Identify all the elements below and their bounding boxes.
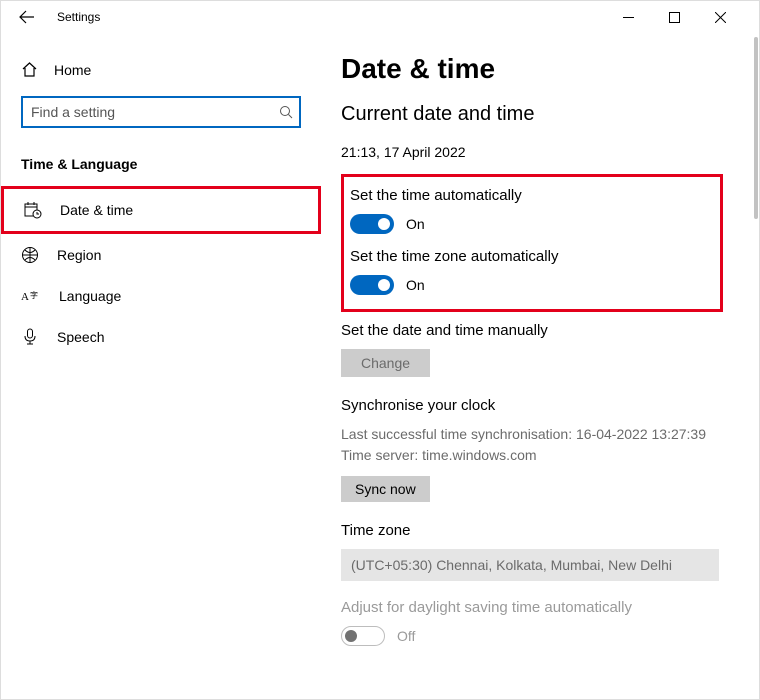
window-title: Settings [57,10,100,24]
tz-dropdown[interactable]: (UTC+05:30) Chennai, Kolkata, Mumbai, Ne… [341,549,719,581]
search-input[interactable] [21,96,301,128]
sidebar: Home Time & Language Date & time Region … [1,33,321,699]
tz-value: (UTC+05:30) Chennai, Kolkata, Mumbai, Ne… [351,557,672,573]
auto-tz-label: Set the time zone automatically [350,248,706,265]
auto-settings-group: Set the time automatically On Set the ti… [341,174,723,312]
calendar-clock-icon [24,201,42,219]
dst-toggle-row: Off [341,626,723,646]
svg-text:字: 字 [30,290,38,300]
home-label: Home [54,62,91,78]
sync-last: Last successful time synchronisation: 16… [341,424,723,445]
sync-heading: Synchronise your clock [341,397,723,414]
maximize-button[interactable] [651,1,697,33]
close-icon [715,12,726,23]
change-button[interactable]: Change [341,349,430,377]
sidebar-item-region[interactable]: Region [1,234,321,276]
search-icon [279,105,293,119]
titlebar: Settings [1,1,759,33]
sync-info: Last successful time synchronisation: 16… [341,424,723,466]
sidebar-item-label: Date & time [60,202,133,218]
current-datetime-heading: Current date and time [341,103,723,126]
minimize-button[interactable] [605,1,651,33]
sidebar-item-label: Language [59,288,121,304]
globe-icon [21,246,39,264]
page-title: Date & time [341,53,723,85]
microphone-icon [21,328,39,346]
sidebar-item-language[interactable]: A字 Language [1,276,321,316]
window-controls [605,1,759,33]
manual-label: Set the date and time manually [341,322,723,339]
content-scroll: Date & time Current date and time 21:13,… [341,53,739,699]
dst-toggle[interactable] [341,626,385,646]
tz-heading: Time zone [341,522,723,539]
dst-label: Adjust for daylight saving time automati… [341,599,723,616]
home-icon [21,61,38,78]
auto-time-label: Set the time automatically [350,187,706,204]
search-box [21,96,301,128]
auto-time-state: On [406,216,425,232]
sync-now-button[interactable]: Sync now [341,476,430,502]
content: Date & time Current date and time 21:13,… [321,33,759,699]
sidebar-item-speech[interactable]: Speech [1,316,321,358]
minimize-icon [623,12,634,23]
arrow-left-icon [19,9,35,25]
body: Home Time & Language Date & time Region … [1,33,759,699]
svg-text:A: A [21,291,29,303]
back-button[interactable] [13,3,41,31]
scrollbar[interactable] [754,37,758,219]
auto-time-toggle[interactable] [350,214,394,234]
auto-tz-toggle[interactable] [350,275,394,295]
sidebar-item-label: Speech [57,329,104,345]
close-button[interactable] [697,1,743,33]
auto-tz-toggle-row: On [350,275,706,295]
group-header: Time & Language [1,138,321,186]
auto-time-toggle-row: On [350,214,706,234]
current-datetime-value: 21:13, 17 April 2022 [341,144,723,160]
auto-tz-state: On [406,277,425,293]
sidebar-item-label: Region [57,247,101,263]
sync-server: Time server: time.windows.com [341,445,723,466]
sidebar-home[interactable]: Home [1,53,321,86]
language-icon: A字 [21,288,41,304]
dst-state: Off [397,628,415,644]
maximize-icon [669,12,680,23]
sidebar-item-date-time[interactable]: Date & time [1,186,321,234]
